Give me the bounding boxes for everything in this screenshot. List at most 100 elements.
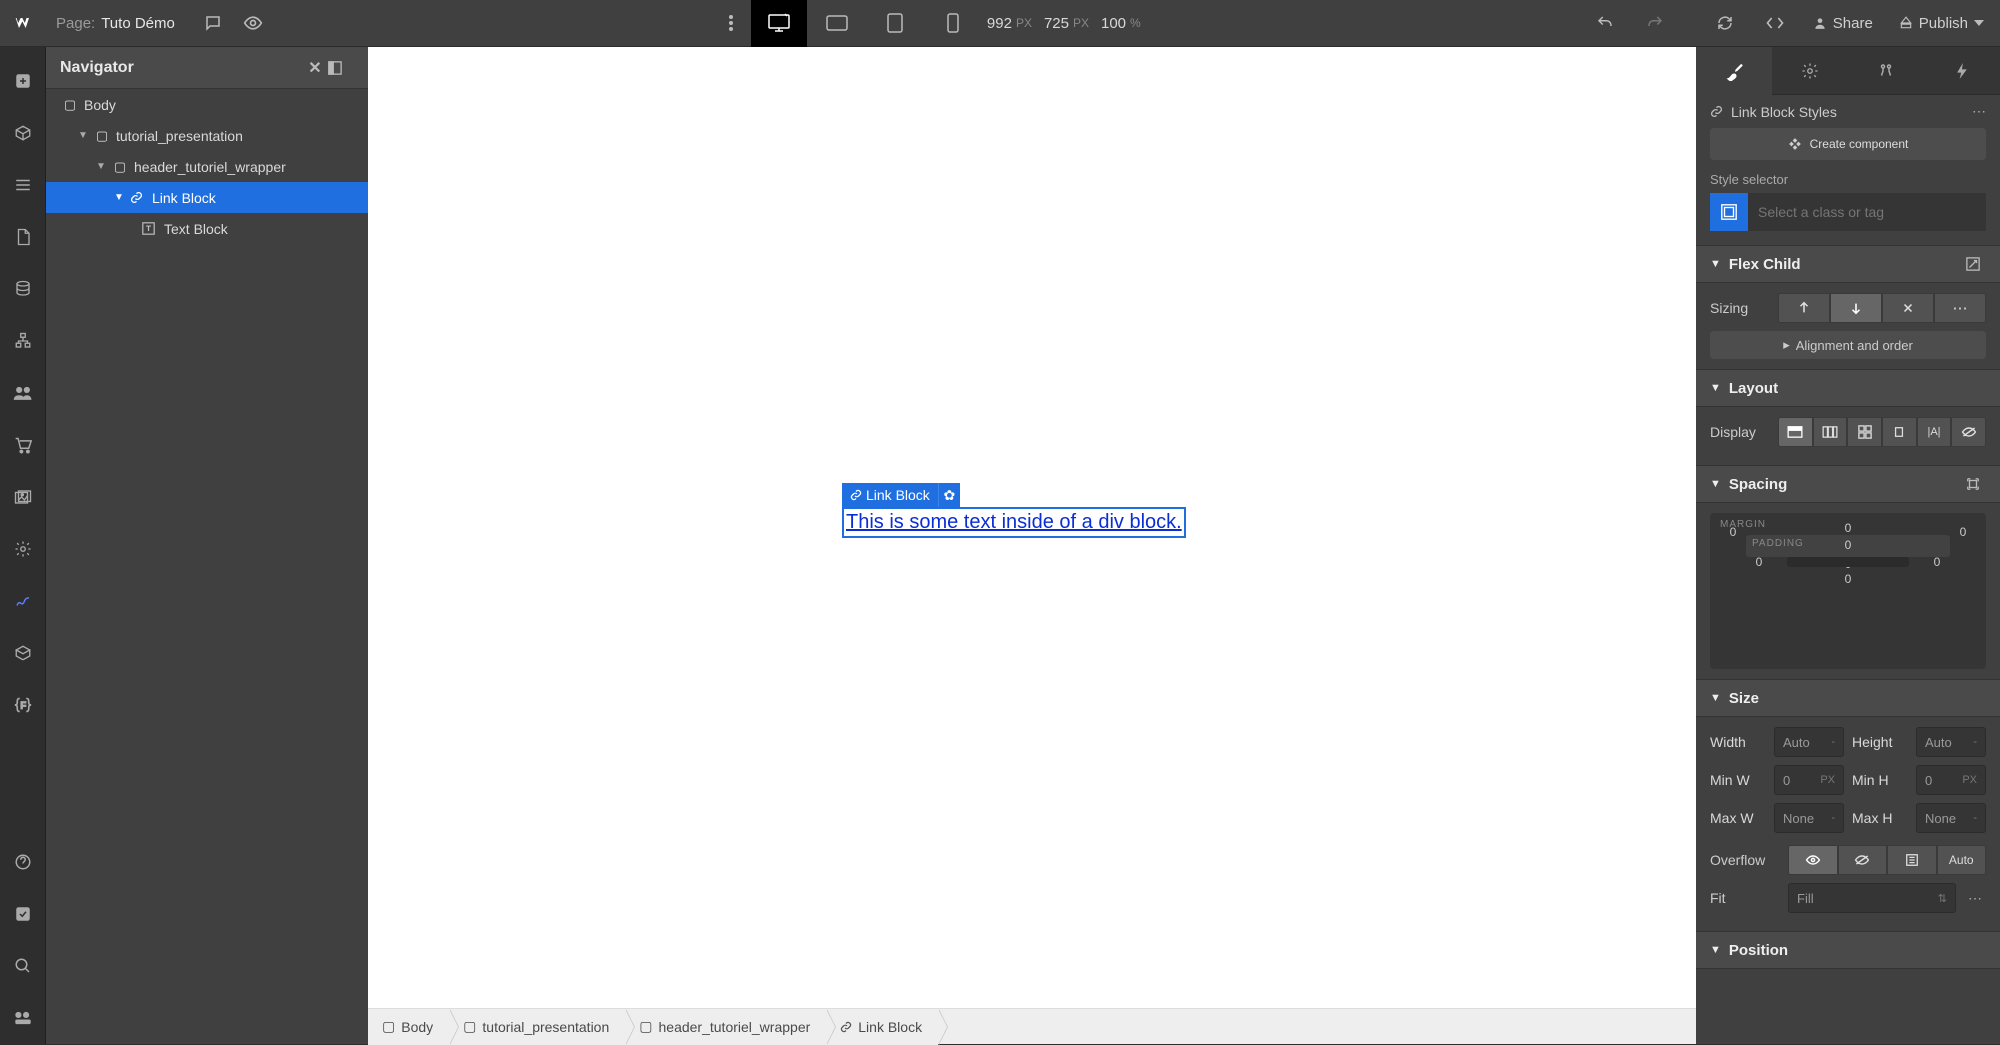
comments-icon[interactable] [193, 3, 233, 43]
structure-icon[interactable] [0, 315, 46, 367]
users-icon[interactable] [0, 367, 46, 419]
section-flex-child[interactable]: ▼Flex Child [1696, 245, 2000, 283]
selector-icon[interactable] [1710, 193, 1748, 231]
overflow-auto[interactable]: Auto [1937, 845, 1987, 875]
device-phone[interactable] [925, 0, 981, 47]
sizing-shrink[interactable] [1778, 293, 1830, 323]
list-icon[interactable] [0, 159, 46, 211]
section-spacing[interactable]: ▼Spacing [1696, 465, 2000, 503]
width-label: Width [1710, 734, 1766, 750]
box-icon[interactable] [0, 107, 46, 159]
padding-right[interactable]: 0 [1934, 555, 1941, 569]
display-label: Display [1710, 424, 1770, 440]
expand-icon[interactable] [1966, 257, 1986, 271]
crumb-section[interactable]: ▢tutorial_presentation [449, 1009, 625, 1045]
display-inline-block[interactable] [1882, 417, 1917, 447]
section-position[interactable]: ▼Position [1696, 931, 2000, 969]
selection-settings-icon[interactable]: ✿ [938, 483, 960, 507]
spacing-expand-icon[interactable] [1966, 477, 1986, 491]
squiggle-icon[interactable] [0, 575, 46, 627]
database-icon[interactable] [0, 263, 46, 315]
code-icon[interactable] [1755, 3, 1795, 43]
maxh-input[interactable]: None- [1916, 803, 1986, 833]
canvas-width[interactable]: 992PX [987, 15, 1032, 32]
crumb-body[interactable]: ▢Body [368, 1009, 449, 1045]
tree-body[interactable]: ▢Body [46, 89, 368, 120]
share-button[interactable]: Share [1805, 0, 1881, 47]
tree-wrapper[interactable]: ▼▢header_tutoriel_wrapper [46, 151, 368, 182]
sizing-none[interactable] [1882, 293, 1934, 323]
fit-select[interactable]: Fill⇅ [1788, 883, 1956, 913]
gear-icon[interactable] [0, 523, 46, 575]
sizing-more[interactable]: ⋯ [1934, 293, 1986, 323]
display-block[interactable] [1778, 417, 1813, 447]
width-input[interactable]: Auto- [1774, 727, 1844, 757]
create-component-button[interactable]: Create component [1710, 128, 1986, 160]
minw-input[interactable]: 0PX [1774, 765, 1844, 795]
display-none[interactable] [1951, 417, 1986, 447]
tree-text-block[interactable]: Text Block [46, 213, 368, 244]
maxw-input[interactable]: None- [1774, 803, 1844, 833]
canvas-link-text[interactable]: This is some text inside of a div block. [842, 507, 1186, 538]
alignment-order-button[interactable]: ▸Alignment and order [1710, 331, 1986, 359]
device-desktop[interactable] [751, 0, 807, 47]
close-icon[interactable]: ✕ [302, 58, 328, 78]
crumb-wrapper[interactable]: ▢header_tutoriel_wrapper [625, 1009, 826, 1045]
display-grid[interactable] [1847, 417, 1882, 447]
dock-icon[interactable] [328, 61, 354, 75]
style-tab-styles[interactable] [1696, 47, 1772, 95]
overflow-visible[interactable] [1788, 845, 1838, 875]
add-icon[interactable] [0, 55, 46, 107]
page-icon[interactable] [0, 211, 46, 263]
webflow-logo-icon[interactable] [8, 7, 40, 39]
section-size[interactable]: ▼Size [1696, 679, 2000, 717]
display-inline[interactable]: |A| [1917, 417, 1952, 447]
page-name[interactable]: Tuto Démo [101, 15, 175, 32]
selected-element[interactable]: Link Block ✿ This is some text inside of… [842, 507, 1186, 538]
page-label: Page: [56, 15, 95, 32]
crumb-link-block[interactable]: Link Block [826, 1009, 938, 1045]
refresh-icon[interactable] [1705, 3, 1745, 43]
minh-input[interactable]: 0PX [1916, 765, 1986, 795]
spacing-editor[interactable]: MARGIN 0 0 PADDING 0 0 0 0 0 [1710, 513, 1986, 669]
more-icon[interactable]: ⋯ [1972, 103, 1986, 120]
tree-link-block[interactable]: ▼ Link Block [46, 182, 368, 213]
images-icon[interactable] [0, 471, 46, 523]
more-icon[interactable] [711, 3, 751, 43]
redo-icon[interactable] [1635, 3, 1675, 43]
class-input[interactable] [1748, 193, 1986, 231]
overflow-hidden[interactable] [1838, 845, 1888, 875]
overflow-scroll[interactable] [1887, 845, 1937, 875]
device-tablet-landscape[interactable] [809, 0, 865, 47]
style-tab-settings[interactable] [1772, 47, 1848, 95]
sizing-grow[interactable] [1830, 293, 1882, 323]
section-layout[interactable]: ▼Layout [1696, 369, 2000, 407]
style-selector[interactable] [1710, 193, 1986, 231]
margin-right[interactable]: 0 [1960, 525, 1967, 539]
cube2-icon[interactable] [0, 627, 46, 679]
help-icon[interactable] [0, 836, 46, 888]
canvas[interactable]: Link Block ✿ This is some text inside of… [368, 47, 1696, 1008]
padding-top[interactable]: 0 [1845, 538, 1852, 552]
check-icon[interactable] [0, 888, 46, 940]
tree-section[interactable]: ▼▢tutorial_presentation [46, 120, 368, 151]
padding-bottom[interactable]: 0 [1845, 572, 1852, 586]
video-icon[interactable] [0, 992, 46, 1044]
height-input[interactable]: Auto- [1916, 727, 1986, 757]
device-tablet-portrait[interactable] [867, 0, 923, 47]
style-tab-interactions[interactable] [1848, 47, 1924, 95]
publish-button[interactable]: Publish [1891, 0, 1992, 47]
padding-left[interactable]: 0 [1756, 555, 1763, 569]
cart-icon[interactable] [0, 419, 46, 471]
search-icon[interactable] [0, 940, 46, 992]
canvas-zoom[interactable]: 100% [1101, 15, 1141, 32]
fit-more-icon[interactable]: ⋯ [1964, 890, 1986, 907]
maxw-label: Max W [1710, 810, 1766, 826]
undo-icon[interactable] [1585, 3, 1625, 43]
style-tab-effects[interactable] [1924, 47, 2000, 95]
selection-label[interactable]: Link Block ✿ [842, 483, 960, 507]
preview-icon[interactable] [233, 3, 273, 43]
braces-icon[interactable]: F [0, 679, 46, 731]
margin-top[interactable]: 0 [1845, 521, 1852, 535]
display-flex[interactable] [1813, 417, 1848, 447]
